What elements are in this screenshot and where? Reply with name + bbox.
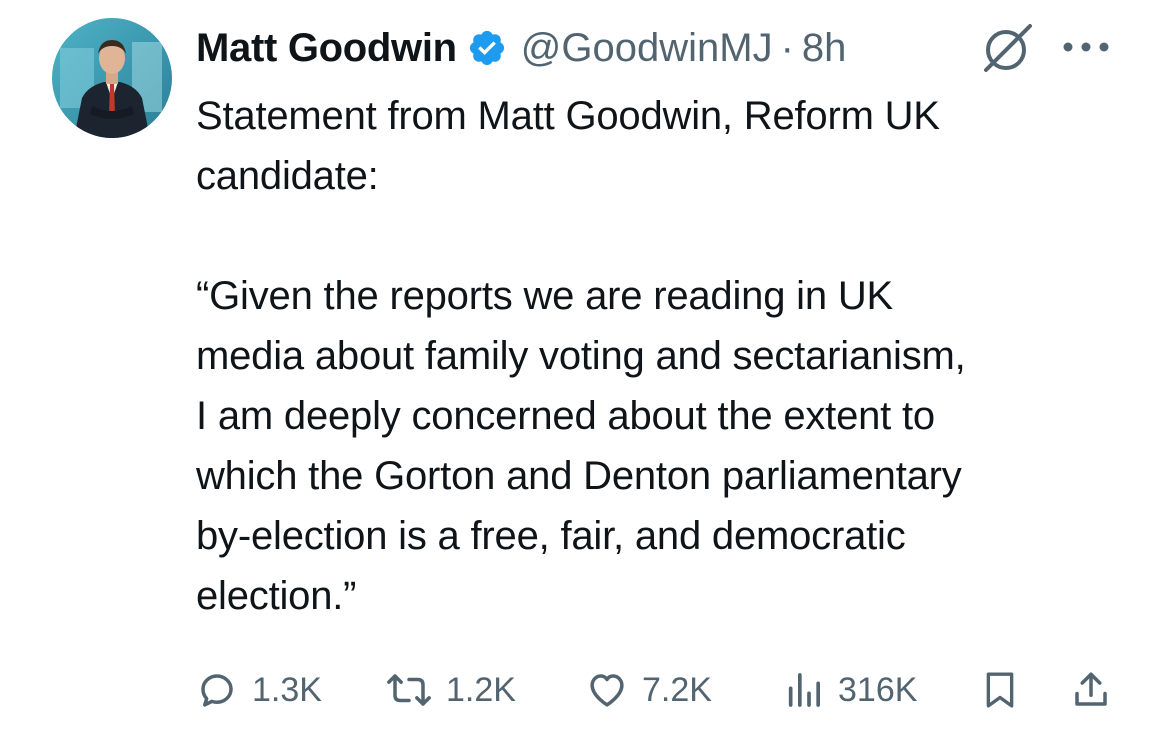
heart-icon: [586, 669, 628, 711]
author-handle[interactable]: @GoodwinMJ: [521, 26, 773, 71]
share-icon: [1070, 668, 1112, 712]
reply-icon: [196, 669, 238, 711]
repost-icon: [386, 669, 432, 711]
repost-button[interactable]: 1.2K: [386, 660, 516, 720]
tweet[interactable]: Matt Goodwin @GoodwinMJ · 8h Statement f…: [0, 0, 1170, 743]
timestamp[interactable]: 8h: [802, 26, 847, 71]
views-button[interactable]: 316K: [784, 660, 917, 720]
bookmark-button[interactable]: [980, 660, 1020, 720]
repost-count: 1.2K: [446, 670, 516, 709]
grok-icon[interactable]: [976, 20, 1038, 76]
tweet-header: Matt Goodwin @GoodwinMJ · 8h: [196, 22, 846, 74]
reply-count: 1.3K: [252, 670, 322, 709]
reply-button[interactable]: 1.3K: [196, 660, 322, 720]
avatar[interactable]: [52, 18, 172, 138]
separator: ·: [780, 25, 794, 70]
bookmark-icon: [980, 668, 1020, 712]
tweet-text: Statement from Matt Goodwin, Reform UK c…: [196, 94, 966, 618]
more-icon[interactable]: [1060, 32, 1112, 62]
action-bar: 1.3K 1.2K 7.2K 316K: [196, 660, 1126, 720]
share-button[interactable]: [1070, 660, 1112, 720]
verified-badge-icon: [467, 28, 507, 68]
like-button[interactable]: 7.2K: [586, 660, 712, 720]
views-count: 316K: [838, 670, 918, 709]
views-icon: [784, 669, 824, 711]
like-count: 7.2K: [642, 670, 712, 709]
author-name[interactable]: Matt Goodwin: [196, 26, 457, 71]
